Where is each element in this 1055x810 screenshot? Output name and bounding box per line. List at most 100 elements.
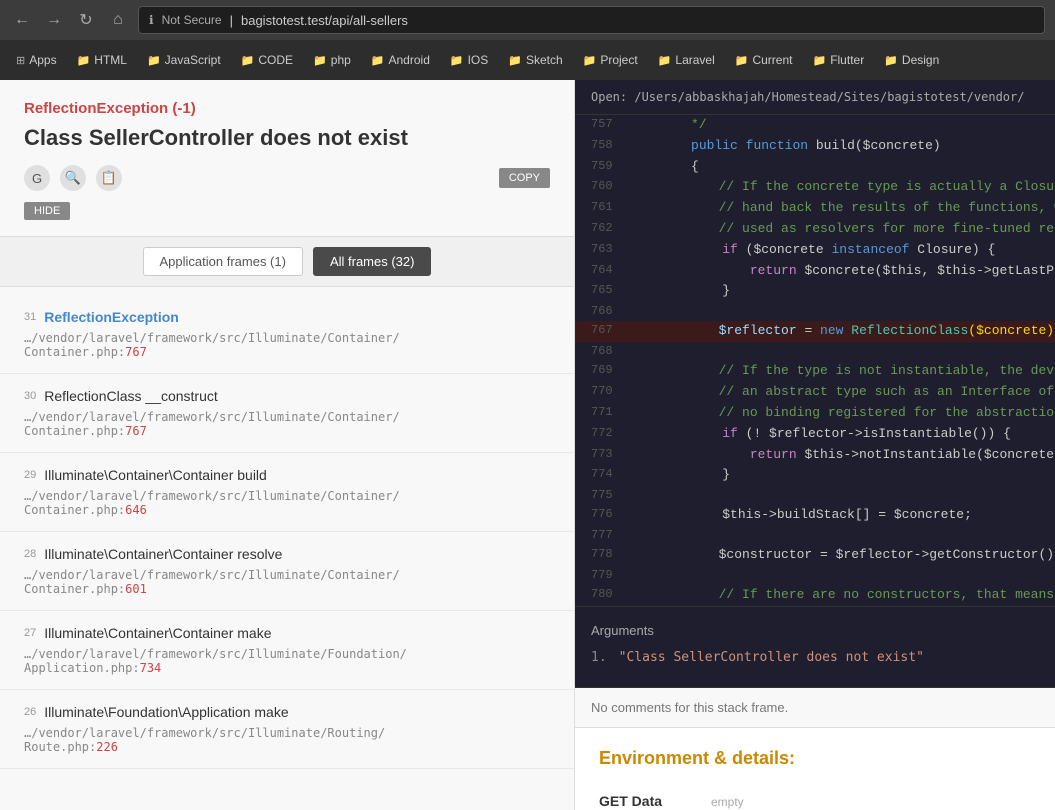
- code-block: 757 */ 758 public function build($concre…: [575, 115, 1055, 606]
- bookmark-item[interactable]: 📁php: [305, 49, 359, 71]
- line-content: [629, 566, 1055, 585]
- code-line: 779: [575, 566, 1055, 585]
- line-number: 759: [575, 157, 629, 178]
- frame-number: 27: [24, 627, 36, 639]
- app-frames-tab[interactable]: Application frames (1): [143, 247, 303, 276]
- address-bar[interactable]: ℹ Not Secure | bagistotest.test/api/all-…: [138, 6, 1045, 34]
- bookmark-item[interactable]: 📁Android: [363, 49, 438, 71]
- google-search-button[interactable]: G: [24, 165, 50, 191]
- line-number: 763: [575, 240, 629, 261]
- hide-button[interactable]: HIDE: [24, 202, 70, 220]
- line-number: 760: [575, 177, 625, 198]
- line-content: if ($concrete instanceof Closure) {: [629, 240, 1055, 261]
- frame-path: …/vendor/laravel/framework/src/Illuminat…: [24, 331, 550, 359]
- line-content: // an abstract type such as an Interface…: [625, 382, 1055, 403]
- bookmark-label: JavaScript: [165, 53, 221, 67]
- bookmark-label: Design: [902, 53, 939, 67]
- exception-message: Class SellerController does not exist: [24, 125, 550, 151]
- line-content: // used as resolvers for more fine-tuned…: [625, 219, 1055, 240]
- not-secure-label: Not Secure: [162, 13, 222, 27]
- separator: |: [230, 13, 233, 28]
- line-number: 776: [575, 505, 629, 526]
- frame-class: Illuminate\Container\Container resolve: [24, 546, 550, 562]
- code-line: 770 // an abstract type such as an Inter…: [575, 382, 1055, 403]
- code-line: 762 // used as resolvers for more fine-t…: [575, 219, 1055, 240]
- line-content: $this->buildStack[] = $concrete;: [629, 505, 1055, 526]
- code-line: 775: [575, 486, 1055, 505]
- folder-icon: 📁: [658, 54, 672, 67]
- line-number: 773: [575, 445, 625, 466]
- code-line: 774 }: [575, 465, 1055, 486]
- line-number: 770: [575, 382, 625, 403]
- code-line: 778 $constructor = $reflector->getConstr…: [575, 545, 1055, 566]
- home-button[interactable]: ⌂: [106, 8, 130, 32]
- bookmark-item[interactable]: 📁Project: [575, 49, 646, 71]
- line-number: 771: [575, 403, 625, 424]
- right-panel: Open: /Users/abbaskhajah/Homestead/Sites…: [575, 80, 1055, 810]
- bookmark-item[interactable]: 📁 IOS: [442, 49, 496, 71]
- bookmark-label: Sketch: [526, 53, 563, 67]
- bookmarks-bar: ⊞Apps📁HTML📁JavaScript📁CODE📁php📁Android📁I…: [0, 40, 1055, 80]
- copy-button[interactable]: COPY: [499, 168, 550, 188]
- bookmark-label: php: [331, 53, 351, 67]
- line-content: // If the type is not instantiable, the …: [625, 361, 1055, 382]
- frame-number: 31: [24, 311, 36, 323]
- line-number: 780: [575, 585, 625, 606]
- folder-icon: 📁: [884, 54, 898, 67]
- folder-icon: ⊞: [16, 54, 25, 67]
- frame-number: 28: [24, 548, 36, 560]
- line-content: [629, 302, 1055, 321]
- bookmark-item[interactable]: 📁 Design: [876, 49, 947, 71]
- bookmark-item[interactable]: 📁CODE: [233, 49, 301, 71]
- error-header: ReflectionException (-1) Class SellerCon…: [0, 80, 574, 236]
- bookmark-item[interactable]: 📁Flutter: [804, 49, 872, 71]
- bookmark-label: CODE: [258, 53, 293, 67]
- bookmark-item[interactable]: 📁HTML: [69, 49, 135, 71]
- search-button-2[interactable]: 🔍: [60, 165, 86, 191]
- folder-icon: 📁: [371, 54, 385, 67]
- folder-icon: 📁: [450, 54, 464, 67]
- refresh-button[interactable]: ↻: [74, 8, 98, 32]
- frame-item[interactable]: 30 ReflectionClass __construct …/vendor/…: [0, 374, 574, 453]
- frame-item[interactable]: 27 Illuminate\Container\Container make ……: [0, 611, 574, 690]
- line-content: */: [629, 115, 1055, 136]
- frame-item[interactable]: 26 Illuminate\Foundation\Application mak…: [0, 690, 574, 769]
- env-value: empty: [711, 795, 744, 809]
- folder-icon: 📁: [241, 54, 255, 67]
- back-button[interactable]: ←: [10, 8, 34, 32]
- bookmark-item[interactable]: 📁Sketch: [500, 49, 570, 71]
- code-line: 773 return $this->notInstantiable($concr…: [575, 445, 1055, 466]
- bookmark-label: Current: [752, 53, 792, 67]
- line-number: 778: [575, 545, 625, 566]
- forward-button[interactable]: →: [42, 8, 66, 32]
- arg-num: 1.: [591, 650, 607, 665]
- line-number: 768: [575, 342, 629, 361]
- line-number: 757: [575, 115, 629, 136]
- bookmark-item[interactable]: 📁Laravel: [650, 49, 723, 71]
- folder-icon: 📁: [812, 54, 826, 67]
- all-frames-tab[interactable]: All frames (32): [313, 247, 432, 276]
- no-comments: No comments for this stack frame.: [575, 687, 1055, 727]
- search-button-3[interactable]: 📋: [96, 165, 122, 191]
- folder-icon: 📁: [147, 54, 161, 67]
- frame-item[interactable]: 29 Illuminate\Container\Container build …: [0, 453, 574, 532]
- code-line: 757 */: [575, 115, 1055, 136]
- frame-item[interactable]: 28 Illuminate\Container\Container resolv…: [0, 532, 574, 611]
- bookmark-item[interactable]: 📁 JavaScript: [139, 49, 229, 71]
- line-content: }: [629, 465, 1055, 486]
- line-content: // hand back the results of the function…: [625, 198, 1055, 219]
- bookmark-item[interactable]: ⊞ Apps: [8, 49, 65, 71]
- bookmark-label: Apps: [29, 53, 56, 67]
- line-number: 775: [575, 486, 629, 505]
- bookmark-label: IOS: [468, 53, 489, 67]
- folder-icon: 📁: [735, 54, 749, 67]
- bookmark-item[interactable]: 📁Current: [727, 49, 801, 71]
- line-content: [629, 342, 1055, 361]
- frame-class: ReflectionException: [24, 309, 550, 325]
- line-content: // no binding registered for the abstrac…: [625, 403, 1055, 424]
- line-content: public function build($concrete): [629, 136, 1055, 157]
- frame-item[interactable]: 31 ReflectionException …/vendor/laravel/…: [0, 295, 574, 374]
- line-number: 758: [575, 136, 629, 157]
- code-line: 772 if (! $reflector->isInstantiable()) …: [575, 424, 1055, 445]
- line-content: $reflector = new ReflectionClass($concre…: [625, 321, 1055, 342]
